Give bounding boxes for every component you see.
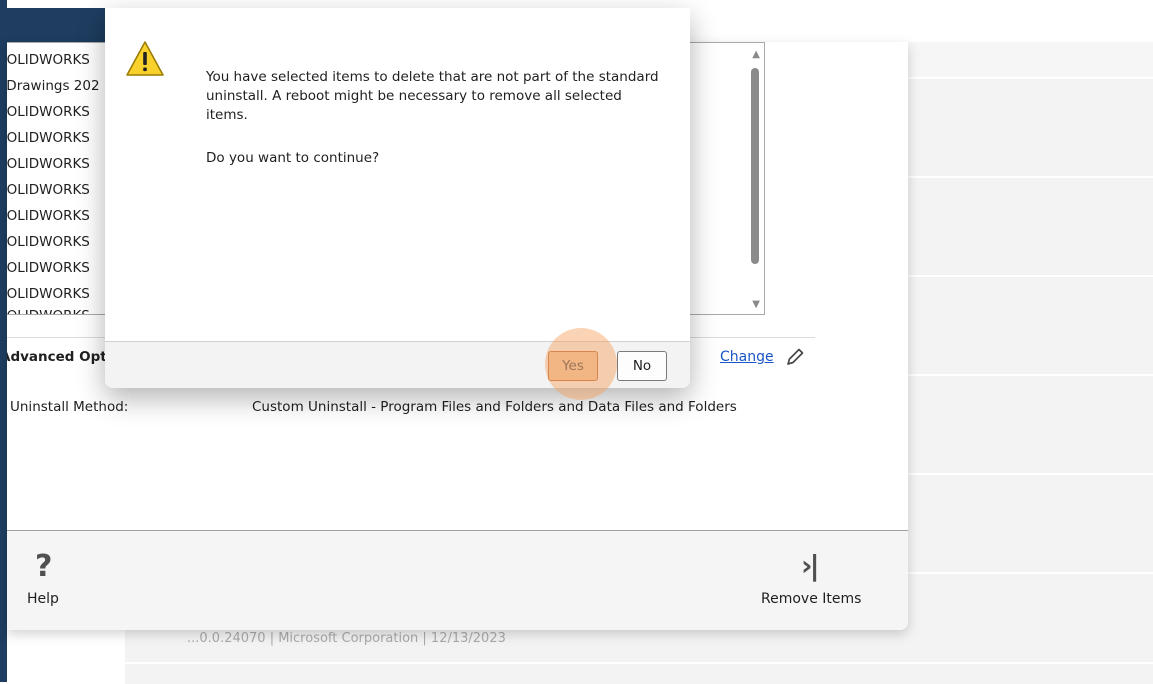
list-item[interactable]: SOLIDWORKS [7, 177, 90, 203]
no-button[interactable]: No [617, 351, 667, 381]
remove-items-button[interactable]: ›| Remove Items [751, 549, 891, 619]
warning-icon [126, 41, 164, 76]
pencil-icon[interactable] [784, 346, 806, 368]
installer-footer: ? Help ›| Remove Items [7, 531, 908, 630]
scroll-up-arrow-icon[interactable]: ▲ [752, 49, 760, 60]
background-list-row[interactable] [125, 662, 1153, 684]
list-item-partial[interactable]: SOLIDWORKS [7, 303, 90, 314]
scroll-thumb[interactable] [751, 68, 759, 264]
dialog-body: You have selected items to delete that a… [105, 8, 690, 341]
uninstall-method-label: Uninstall Method: [10, 399, 129, 415]
list-scrollbar[interactable]: ▲ ▼ [746, 43, 764, 314]
change-link[interactable]: Change [720, 349, 774, 365]
help-icon: ? [35, 549, 53, 584]
window-left-edge [0, 0, 7, 682]
dialog-message: You have selected items to delete that a… [206, 69, 659, 123]
next-step-icon: ›| [801, 549, 820, 582]
remove-items-label: Remove Items [761, 591, 862, 607]
list-item[interactable]: SOLIDWORKS [7, 151, 90, 177]
list-item[interactable]: SOLIDWORKS [7, 125, 90, 151]
dialog-question: Do you want to continue? [206, 150, 380, 166]
yes-button[interactable]: Yes [548, 351, 598, 381]
list-item[interactable]: SOLIDWORKS [7, 47, 90, 73]
confirm-delete-dialog: You have selected items to delete that a… [105, 8, 690, 388]
dialog-button-bar: Yes No [105, 341, 690, 388]
help-button[interactable]: ? Help [25, 549, 95, 619]
uninstall-method-value: Custom Uninstall - Program Files and Fol… [252, 399, 737, 415]
list-item[interactable]: SOLIDWORKS [7, 99, 90, 125]
help-label: Help [27, 591, 59, 607]
background-list-row-detail: ...0.0.24070 | Microsoft Corporation | 1… [187, 631, 506, 646]
list-item[interactable]: SOLIDWORKS [7, 255, 90, 281]
scroll-down-arrow-icon[interactable]: ▼ [752, 299, 760, 310]
list-item[interactable]: SOLIDWORKS [7, 203, 90, 229]
list-item[interactable]: SOLIDWORKS [7, 229, 90, 255]
list-item[interactable]: eDrawings 202 [7, 73, 100, 99]
